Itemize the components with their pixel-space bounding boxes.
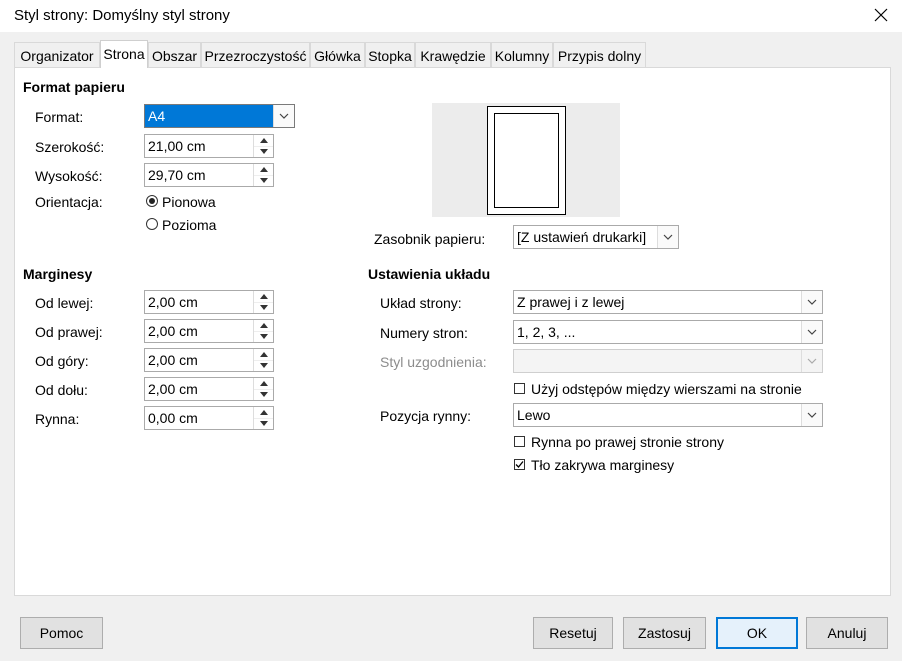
margin-left-value: 2,00 cm (148, 294, 198, 310)
width-value: 21,00 cm (148, 138, 206, 154)
paper-tray-label: Zasobnik papieru: (374, 231, 486, 247)
margin-right-label: Od prawej: (35, 324, 103, 340)
reference-style-select[interactable] (513, 349, 823, 373)
decrement-icon[interactable] (254, 331, 273, 342)
use-spacing-label[interactable]: Użyj odstępów między wierszami na stroni… (531, 381, 802, 397)
chevron-down-icon[interactable] (273, 105, 294, 127)
layout-settings-heading: Ustawienia układu (368, 266, 491, 282)
landscape-label[interactable]: Pozioma (162, 217, 216, 233)
gutter-position-select[interactable]: Lewo (513, 403, 823, 427)
chevron-down-icon[interactable] (801, 321, 822, 343)
tab-przezroczystosc[interactable]: Przezroczystość (201, 42, 310, 67)
margin-top-spin-buttons (253, 349, 273, 371)
reset-button[interactable]: Resetuj (533, 617, 613, 649)
gutter-spin-buttons (253, 407, 273, 429)
tab-krawedzie[interactable]: Krawędzie (415, 42, 491, 67)
tab-przypis-dolny[interactable]: Przypis dolny (553, 42, 646, 67)
tab-kolumny[interactable]: Kolumny (491, 42, 553, 67)
decrement-icon[interactable] (254, 302, 273, 313)
width-spinbox[interactable]: 21,00 cm (144, 134, 274, 158)
reference-style-label: Styl uzgodnienia: (380, 354, 487, 370)
margin-bottom-label: Od dołu: (35, 382, 88, 398)
use-spacing-checkbox[interactable] (514, 383, 525, 394)
width-spin-buttons (253, 135, 273, 157)
margin-bottom-value: 2,00 cm (148, 381, 198, 397)
paper-tray-select[interactable]: [Z ustawień drukarki] (513, 225, 679, 249)
portrait-label[interactable]: Pionowa (162, 194, 216, 210)
height-value: 29,70 cm (148, 167, 206, 183)
chevron-down-icon[interactable] (657, 226, 678, 248)
decrement-icon[interactable] (254, 360, 273, 371)
decrement-icon[interactable] (254, 146, 273, 157)
margin-left-spin-buttons (253, 291, 273, 313)
chevron-down-icon[interactable] (801, 404, 822, 426)
width-label: Szerokość: (35, 139, 105, 155)
gutter-right-checkbox[interactable] (514, 436, 525, 447)
bg-covers-margins-checkbox[interactable] (514, 459, 525, 470)
chevron-down-icon (801, 350, 822, 372)
chevron-down-icon[interactable] (801, 291, 822, 313)
tab-strona[interactable]: Strona (100, 40, 148, 68)
height-spin-buttons (253, 164, 273, 186)
margins-heading: Marginesy (23, 266, 93, 282)
close-icon[interactable] (866, 0, 896, 30)
margin-right-spinbox[interactable]: 2,00 cm (144, 319, 274, 343)
margin-left-label: Od lewej: (35, 295, 94, 311)
margin-right-spin-buttons (253, 320, 273, 342)
orientation-label: Orientacja: (35, 194, 103, 210)
page-numbers-value: 1, 2, 3, ... (517, 324, 576, 340)
margin-top-spinbox[interactable]: 2,00 cm (144, 348, 274, 372)
page-layout-select[interactable]: Z prawej i z lewej (513, 290, 823, 314)
gutter-position-label: Pozycja rynny: (380, 408, 472, 424)
tab-stopka[interactable]: Stopka (365, 42, 415, 67)
format-label: Format: (35, 109, 84, 125)
gutter-label: Rynna: (35, 411, 80, 427)
height-spinbox[interactable]: 29,70 cm (144, 163, 274, 187)
margin-bottom-spinbox[interactable]: 2,00 cm (144, 377, 274, 401)
help-button[interactable]: Pomoc (20, 617, 103, 649)
decrement-icon[interactable] (254, 389, 273, 400)
page-numbers-select[interactable]: 1, 2, 3, ... (513, 320, 823, 344)
margin-top-label: Od góry: (35, 353, 89, 369)
margin-top-value: 2,00 cm (148, 352, 198, 368)
margin-right-value: 2,00 cm (148, 323, 198, 339)
gutter-right-label[interactable]: Rynna po prawej stronie strony (531, 434, 724, 450)
tab-obszar[interactable]: Obszar (148, 42, 201, 67)
decrement-icon[interactable] (254, 175, 273, 186)
ok-button[interactable]: OK (716, 617, 798, 649)
cancel-button[interactable]: Anuluj (806, 617, 888, 649)
margin-bottom-spin-buttons (253, 378, 273, 400)
window-title: Styl strony: Domyślny styl strony (14, 7, 230, 24)
preview-page-margins (494, 113, 559, 208)
tab-organizator[interactable]: Organizator (14, 42, 100, 67)
tab-glowka[interactable]: Główka (310, 42, 365, 67)
decrement-icon[interactable] (254, 418, 273, 429)
paper-format-heading: Format papieru (23, 79, 125, 95)
margin-left-spinbox[interactable]: 2,00 cm (144, 290, 274, 314)
portrait-radio[interactable] (146, 195, 158, 207)
format-select[interactable]: A4 (144, 104, 295, 128)
gutter-spinbox[interactable]: 0,00 cm (144, 406, 274, 430)
gutter-value: 0,00 cm (148, 410, 198, 426)
page-numbers-label: Numery stron: (380, 325, 468, 341)
format-value: A4 (148, 108, 166, 124)
apply-button[interactable]: Zastosuj (623, 617, 706, 649)
gutter-position-value: Lewo (517, 407, 551, 423)
paper-tray-value: [Z ustawień drukarki] (517, 229, 647, 245)
landscape-radio[interactable] (146, 218, 158, 230)
checkmark-icon (515, 461, 524, 468)
height-label: Wysokość: (35, 168, 103, 184)
page-layout-value: Z prawej i z lewej (517, 294, 625, 310)
bg-covers-margins-label[interactable]: Tło zakrywa marginesy (531, 457, 674, 473)
page-layout-label: Układ strony: (380, 295, 462, 311)
